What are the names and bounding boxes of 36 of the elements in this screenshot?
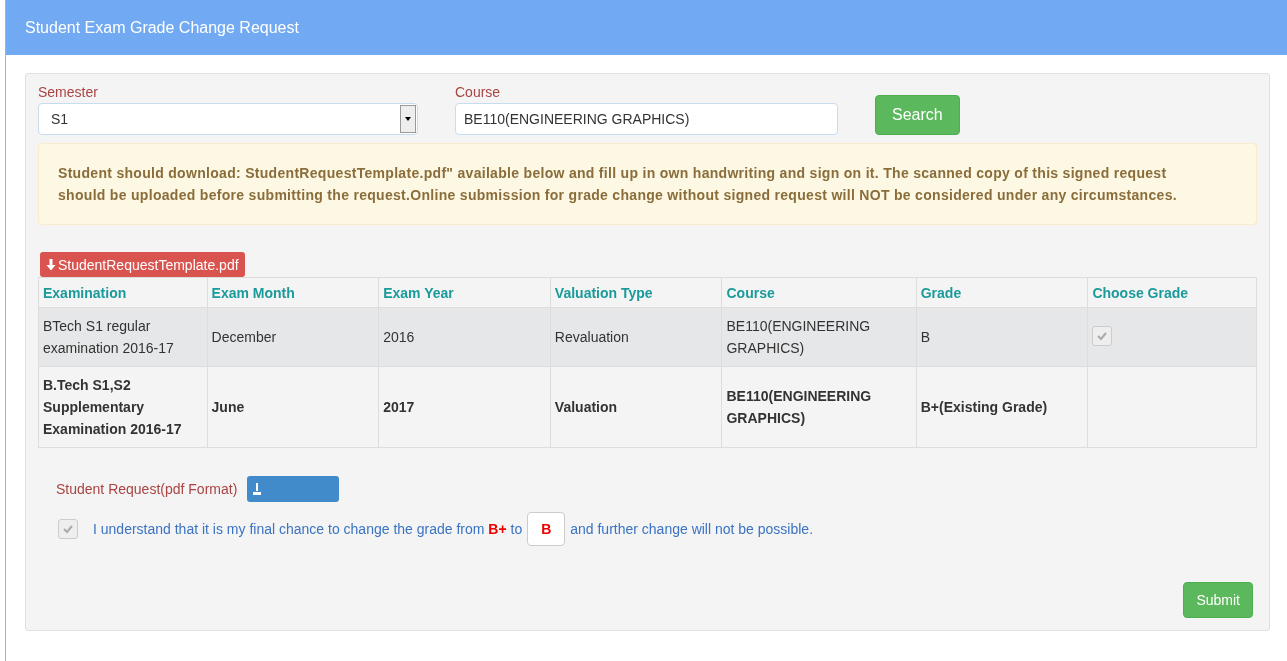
column-header: Exam Year [378, 277, 551, 308]
course-field[interactable]: BE110(ENGINEERING GRAPHICS) [455, 103, 838, 135]
checkmark-icon [62, 523, 74, 535]
table-cell: June [207, 366, 379, 448]
download-template-button[interactable]: StudentRequestTemplate.pdf [40, 252, 245, 277]
column-header: Exam Month [207, 277, 379, 308]
notice-message: Student should download: StudentRequestTemplate.pdf" available below and fill up in own handwriting and sign on it. The scanned copy of this signed request should be uploaded before submitting the request.Online submission for grade change without signed request will NOT be considered under any circumstances. [38, 143, 1257, 225]
table-cell: BE110(ENGINEERING GRAPHICS) [722, 307, 917, 367]
upload-icon [253, 483, 262, 495]
table-cell: 2016 [378, 307, 551, 367]
checkmark-icon [1096, 330, 1109, 342]
semester-label: Semester [38, 84, 99, 100]
table-cell: Revaluation [550, 307, 722, 367]
table-cell: BE110(ENGINEERING GRAPHICS) [722, 366, 917, 448]
upload-label: Student Request(pdf Format) [56, 481, 238, 497]
consent-text-end: and further change will not be possible. [570, 521, 814, 537]
table-cell: 2017 [378, 366, 551, 448]
consent-text: I understand that it is my final chance to change the grade from B+ to [93, 521, 523, 537]
table-cell: B [916, 307, 1088, 367]
column-header: Course [722, 277, 917, 308]
column-header: Choose Grade [1087, 277, 1257, 308]
dropdown-caret-icon[interactable] [400, 105, 416, 133]
table-cell: B+(Existing Grade) [916, 366, 1088, 448]
table-cell: Valuation [550, 366, 722, 448]
table-row[interactable]: B.Tech S1,S2 Supplementary Examination 2016-17 June 2017 Valuation BE110(ENGINEERING GRAPHICS) B+(Existing Grade) [38, 366, 1257, 448]
column-header: Valuation Type [550, 277, 722, 308]
table-cell: December [207, 307, 379, 367]
table-cell: BTech S1 regular examination 2016-17 [38, 307, 208, 367]
table-cell: B.Tech S1,S2 Supplementary Examination 2016-17 [38, 366, 208, 448]
download-arrow-icon [46, 258, 56, 271]
page-title: Student Exam Grade Change Request [25, 18, 299, 37]
upload-button[interactable] [247, 476, 340, 502]
column-header: Grade [916, 277, 1088, 308]
course-label: Course [455, 84, 502, 100]
column-header: Examination [38, 277, 208, 308]
semester-select[interactable]: S1 [38, 103, 418, 135]
